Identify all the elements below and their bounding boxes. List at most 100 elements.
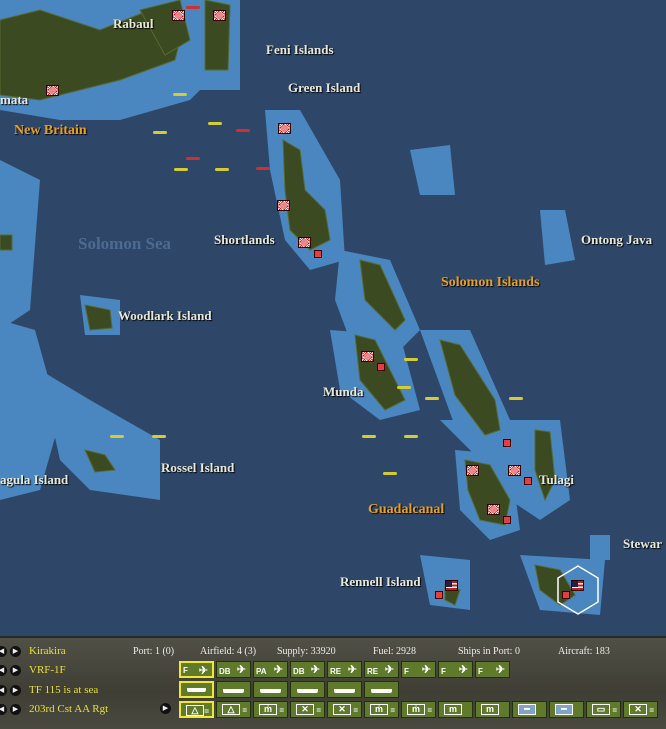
ground-next-arrow-icon[interactable]: ▶ <box>160 703 171 714</box>
unit-symbol-icon: ṁ <box>407 704 425 715</box>
label-stewart[interactable]: Stewar <box>623 536 662 552</box>
label-green-island[interactable]: Green Island <box>288 80 360 96</box>
next-arrow-icon[interactable]: ▶ <box>10 664 21 676</box>
japan-flag-icon[interactable] <box>277 200 290 211</box>
label-rabaul[interactable]: Rabaul <box>113 16 153 32</box>
ground-unit-button[interactable]: ━ <box>512 701 547 718</box>
base-icon[interactable] <box>435 591 443 599</box>
ground-unit-button[interactable]: m <box>438 701 473 718</box>
ship-button[interactable] <box>364 681 399 698</box>
ships-in-port-stat: Ships in Port: 0 <box>458 646 520 657</box>
enemy-aircraft-icon[interactable] <box>186 6 200 9</box>
next-arrow-icon[interactable]: ▶ <box>10 703 21 715</box>
aircraft-icon[interactable] <box>173 93 187 96</box>
aircraft-icon[interactable] <box>174 168 188 171</box>
strategic-map[interactable]: Rabaul Feni Islands Green Island mata Ne… <box>0 0 666 636</box>
base-icon[interactable] <box>503 439 511 447</box>
label-feni-islands[interactable]: Feni Islands <box>266 42 334 58</box>
japan-flag-icon[interactable] <box>466 465 479 476</box>
base-name-link[interactable]: Kirakira <box>29 645 66 657</box>
aircraft-icon[interactable] <box>208 122 222 125</box>
prev-arrow-icon[interactable]: ◀ <box>0 684 7 696</box>
label-mata[interactable]: mata <box>0 92 28 108</box>
ground-unit-button[interactable]: m <box>475 701 510 718</box>
enemy-aircraft-icon[interactable] <box>256 167 270 170</box>
air-unit-link[interactable]: VRF-1F <box>29 664 66 676</box>
air-unit-button[interactable]: DB ✈ <box>290 661 325 678</box>
japan-flag-icon[interactable] <box>361 351 374 362</box>
aircraft-icon[interactable] <box>397 386 411 389</box>
aircraft-icon[interactable] <box>509 397 523 400</box>
label-agula-island[interactable]: agula Island <box>0 472 68 488</box>
airplane-icon: ✈ <box>273 664 283 676</box>
aircraft-icon[interactable] <box>215 168 229 171</box>
air-unit-button[interactable]: RE ✈ <box>364 661 399 678</box>
japan-flag-icon[interactable] <box>172 10 185 21</box>
prev-arrow-icon[interactable]: ◀ <box>0 664 7 676</box>
label-tulagi[interactable]: Tulagi <box>539 472 574 488</box>
ship-button[interactable] <box>216 681 251 698</box>
air-unit-button[interactable]: F ✈ <box>475 661 510 678</box>
label-rossel-island[interactable]: Rossel Island <box>161 460 234 476</box>
label-guadalcanal: Guadalcanal <box>368 502 445 517</box>
aircraft-icon[interactable] <box>153 131 167 134</box>
prev-arrow-icon[interactable]: ◀ <box>0 645 7 657</box>
japan-flag-icon[interactable] <box>508 465 521 476</box>
ground-unit-button[interactable]: ▭ = <box>586 701 621 718</box>
ground-unit-button[interactable]: ṁ = <box>253 701 288 718</box>
ground-unit-button[interactable]: ✕ = <box>623 701 658 718</box>
enemy-aircraft-icon[interactable] <box>186 157 200 160</box>
aircraft-icon[interactable] <box>404 358 418 361</box>
air-unit-button[interactable]: DB ✈ <box>216 661 251 678</box>
aircraft-icon[interactable] <box>362 435 376 438</box>
base-icon[interactable] <box>503 516 511 524</box>
ground-unit-button[interactable]: ✕ = <box>327 701 362 718</box>
port-stat: Port: 1 (0) <box>133 646 175 657</box>
japan-flag-icon[interactable] <box>278 123 291 134</box>
enemy-aircraft-icon[interactable] <box>236 129 250 132</box>
us-flag-icon[interactable] <box>571 580 584 591</box>
aircraft-icon[interactable] <box>152 435 166 438</box>
unit-symbol-icon: ━ <box>518 704 536 715</box>
ground-unit-button[interactable]: ṁ = <box>401 701 436 718</box>
us-flag-icon[interactable] <box>445 580 458 591</box>
ground-unit-button[interactable]: △ = <box>216 701 251 718</box>
next-arrow-icon[interactable]: ▶ <box>10 645 21 657</box>
air-unit-button[interactable]: F ✈ <box>438 661 473 678</box>
japan-flag-icon[interactable] <box>487 504 500 515</box>
ship-button[interactable] <box>327 681 362 698</box>
label-woodlark-island[interactable]: Woodlark Island <box>118 308 212 324</box>
ship-button[interactable] <box>290 681 325 698</box>
prev-arrow-icon[interactable]: ◀ <box>0 703 7 715</box>
label-rennell-island[interactable]: Rennell Island <box>340 574 421 590</box>
air-unit-button[interactable]: F ✈ <box>401 661 436 678</box>
air-unit-button[interactable]: F ✈ <box>179 661 214 678</box>
ground-unit-buttons: △ = △ = ṁ = ✕ = ✕ = ṁ = ṁ = m m ━ ━ ▭ = ✕ = <box>179 701 658 718</box>
japan-flag-icon[interactable] <box>46 85 59 96</box>
label-ontong-java[interactable]: Ontong Java <box>581 232 652 248</box>
ground-unit-button[interactable]: △ = <box>179 701 214 718</box>
ground-unit-button[interactable]: ✕ = <box>290 701 325 718</box>
japan-flag-icon[interactable] <box>213 10 226 21</box>
next-arrow-icon[interactable]: ▶ <box>10 684 21 696</box>
aircraft-icon[interactable] <box>383 472 397 475</box>
unit-symbol-icon: m <box>444 704 462 715</box>
label-shortlands[interactable]: Shortlands <box>214 232 275 248</box>
label-munda[interactable]: Munda <box>323 384 363 400</box>
base-icon[interactable] <box>314 250 322 258</box>
base-icon[interactable] <box>377 363 385 371</box>
aircraft-icon[interactable] <box>110 435 124 438</box>
aircraft-icon[interactable] <box>404 435 418 438</box>
task-force-link[interactable]: TF 115 is at sea <box>29 684 98 696</box>
base-icon[interactable] <box>524 477 532 485</box>
air-unit-button[interactable]: PA ✈ <box>253 661 288 678</box>
ship-button[interactable] <box>179 681 214 698</box>
ground-unit-link[interactable]: 203rd Cst AA Rgt <box>29 703 108 715</box>
aircraft-icon[interactable] <box>425 397 439 400</box>
base-icon[interactable] <box>562 591 570 599</box>
ground-unit-button[interactable]: ṁ = <box>364 701 399 718</box>
ground-unit-button[interactable]: ━ <box>549 701 584 718</box>
japan-flag-icon[interactable] <box>298 237 311 248</box>
air-unit-button[interactable]: RE ✈ <box>327 661 362 678</box>
ship-button[interactable] <box>253 681 288 698</box>
